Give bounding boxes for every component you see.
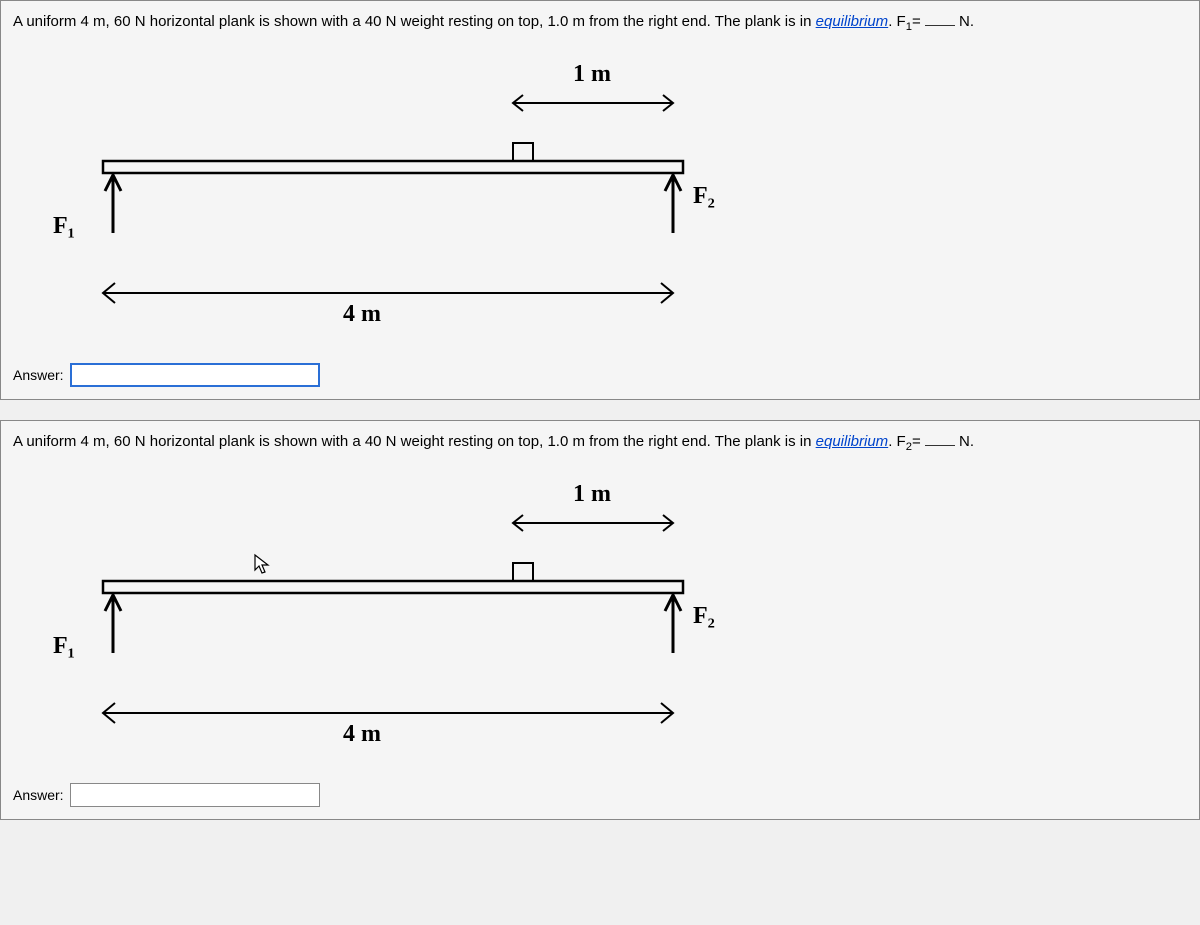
label-4m-q2: 4 m (343, 721, 381, 748)
diagram-svg-2 (53, 463, 753, 763)
diagram-2: 1 m F₁ F₂ 4 m (53, 463, 1147, 763)
answer-input-2[interactable] (70, 783, 320, 807)
label-f1-q2: F₁ (53, 633, 75, 660)
q1-blank (925, 25, 955, 26)
label-1m-q1: 1 m (573, 61, 611, 88)
label-4m-q1: 4 m (343, 301, 381, 328)
q2-unit: N. (955, 433, 974, 450)
diagram-svg-1 (53, 43, 753, 343)
q2-blank (925, 445, 955, 446)
q1-suffix-after: = (912, 13, 925, 30)
diagram-1: 1 m F₁ F₂ 4 m (53, 43, 1147, 343)
label-f2-q1: F₂ (693, 183, 715, 210)
q2-prefix: A uniform 4 m, 60 N horizontal plank is … (13, 433, 816, 450)
q2-suffix-before: . F (888, 433, 906, 450)
q1-suffix-before: . F (888, 13, 906, 30)
equilibrium-link-1[interactable]: equilibrium (816, 13, 889, 30)
answer-label-1: Answer: (13, 367, 64, 383)
equilibrium-link-2[interactable]: equilibrium (816, 433, 889, 450)
q1-unit: N. (955, 13, 974, 30)
label-1m-q2: 1 m (573, 481, 611, 508)
q2-suffix-after: = (912, 433, 925, 450)
question-block-2: A uniform 4 m, 60 N horizontal plank is … (0, 420, 1200, 820)
answer-row-1: Answer: (13, 363, 1187, 387)
question-block-1: A uniform 4 m, 60 N horizontal plank is … (0, 0, 1200, 400)
answer-input-1[interactable] (70, 363, 320, 387)
label-f2-q2: F₂ (693, 603, 715, 630)
q1-prefix: A uniform 4 m, 60 N horizontal plank is … (13, 13, 816, 30)
answer-row-2: Answer: (13, 783, 1187, 807)
answer-label-2: Answer: (13, 787, 64, 803)
cursor-icon (253, 553, 271, 580)
question-text-2: A uniform 4 m, 60 N horizontal plank is … (13, 433, 1187, 453)
label-f1-q1: F₁ (53, 213, 75, 240)
question-text-1: A uniform 4 m, 60 N horizontal plank is … (13, 13, 1187, 33)
